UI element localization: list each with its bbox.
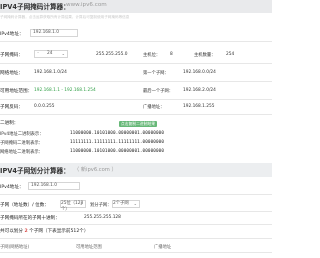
divider: [0, 114, 272, 115]
network-value: 192.168.1.0/24: [34, 70, 67, 75]
sub-mask-value: 255.255.255.128: [84, 215, 121, 220]
result-summary: 共可以划分 2 个子网（下表显示前512个）: [0, 228, 88, 234]
chevron-down-icon: ⌄: [133, 201, 137, 206]
divider: [0, 81, 272, 82]
section2-title: IPV4子网划分计算器：: [0, 167, 70, 175]
table-header-divider: [0, 252, 272, 253]
broadcast-value: 192.168.1.255: [183, 104, 215, 109]
sub-ip-label: IPv4地址：: [0, 185, 24, 190]
ip-label: IPv4地址：: [0, 32, 24, 37]
mask-value: 255.255.255.0: [96, 52, 128, 57]
bin-mask-label: 子网掩码二进制表示：: [0, 141, 43, 146]
divider: [0, 99, 272, 100]
wildcard-label: 子网反码：: [0, 105, 23, 110]
host-bits-label: 主机位：: [143, 53, 161, 58]
section1-subtitle: 子网掩码计算器，点击运算获取所有计算结果，计算后可复制使用子网掩码等信息: [0, 15, 130, 19]
split-select[interactable]: 2个子网 ⌄: [112, 200, 140, 208]
bin-net-value: 11000000.10101000.00000001.00000000: [70, 149, 165, 154]
range-label: 可用地址范围：: [0, 89, 33, 94]
divider: [0, 238, 272, 239]
copy-binary-button[interactable]: 点击复制二进制结果: [119, 121, 157, 127]
wildcard-value: 0.0.0.255: [34, 104, 55, 109]
chevron-down-icon: ⌄: [79, 201, 83, 206]
host-bits-value: 8: [170, 52, 173, 57]
bits-select[interactable]: 25位（128个） ⌄: [60, 200, 86, 212]
mask-label: 子网掩码：: [0, 53, 23, 58]
minus-icon: –: [37, 51, 40, 56]
bin-net-label: 网络地址二进制表示：: [0, 150, 43, 155]
section1-title: IPV4子网掩码计算器：: [0, 3, 70, 11]
divider: [0, 63, 272, 64]
last-subnet-label: 最后一个子网：: [143, 89, 174, 94]
divider: [0, 224, 272, 225]
col-subnet-header: 子网(网络地址): [0, 245, 30, 250]
binary-label: 二进制：: [0, 121, 19, 126]
split-label: 划分子网：: [90, 203, 112, 208]
network-label: 网络地址：: [0, 71, 23, 76]
result-post: 个子网（下表显示前512个）: [29, 229, 89, 234]
mask-bits-value: 24: [47, 51, 53, 56]
bits-label: 子网（地址数）/ 位数：: [0, 203, 49, 208]
bin-ip-value: 11000000.10101000.00000001.00000000: [70, 131, 165, 136]
range-value: 192.168.1.1 - 192.168.1.254: [34, 88, 96, 93]
section2-site[interactable]: （ 新ipv6.com ）: [74, 166, 117, 173]
section1-site[interactable]: www.ipv6.com: [66, 2, 107, 8]
first-subnet-label: 第一个子网：: [143, 71, 169, 76]
sub-mask-label: 子网掩码所在的子网十进制：: [0, 216, 60, 221]
col-range-header: 可用地址范围: [76, 245, 102, 250]
host-count-label: 主机数量：: [194, 53, 216, 58]
divider: [0, 194, 272, 195]
last-subnet-value: 192.168.2.0/24: [183, 88, 216, 93]
chevron-down-icon: ⌄: [61, 51, 65, 56]
result-count: 2: [24, 229, 28, 234]
mask-bits-select[interactable]: 24 ⌄ –: [34, 50, 68, 58]
first-subnet-value: 192.168.0.0/24: [183, 70, 216, 75]
sub-ip-input[interactable]: 192.168.1.0: [28, 182, 80, 190]
divider: [0, 41, 272, 42]
bin-ip-label: IPv4地址二进制表示：: [0, 132, 44, 137]
bin-mask-value: 11111111.11111111.11111111.00000000: [70, 140, 165, 145]
result-pre: 共可以划分: [0, 229, 23, 234]
broadcast-label: 广播地址：: [143, 105, 165, 110]
host-count-value: 254: [226, 52, 235, 57]
col-broadcast-header: 广播地址: [154, 245, 172, 250]
split-select-value: 2个子网: [113, 201, 129, 206]
ip-input[interactable]: 192.168.1.0: [30, 29, 78, 37]
divider: [0, 211, 272, 212]
